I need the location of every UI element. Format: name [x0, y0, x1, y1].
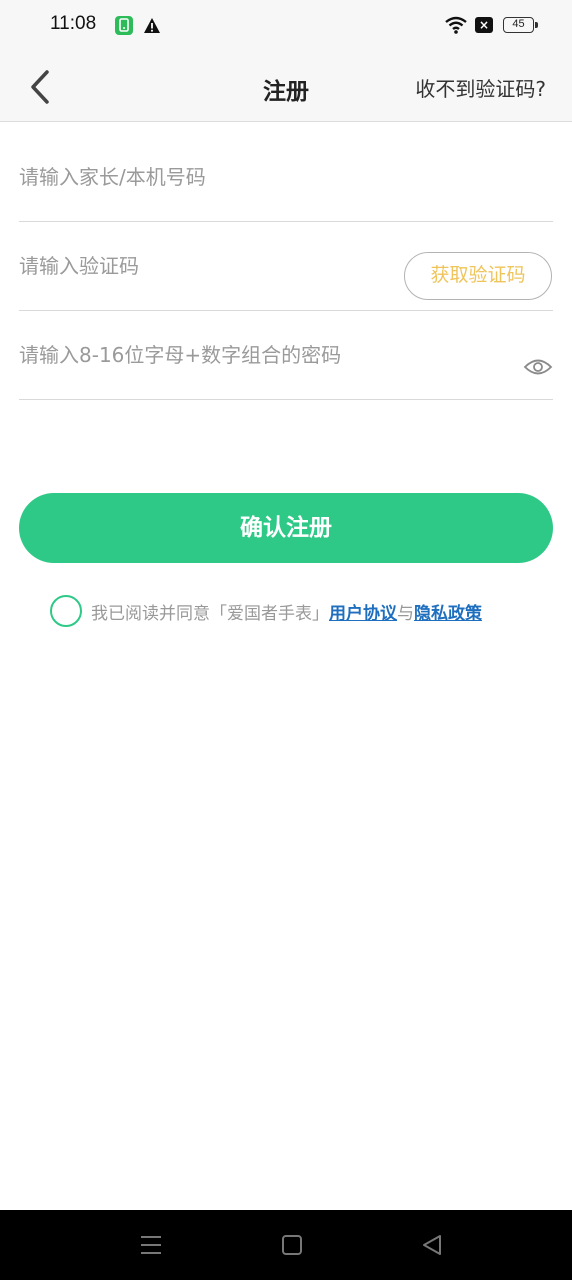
code-field-row: 获取验证码 — [19, 222, 553, 311]
battery-level: 45 — [512, 18, 525, 30]
nav-back-button[interactable] — [419, 1232, 445, 1258]
status-time: 11:08 — [50, 13, 97, 34]
nav-menu-button[interactable] — [138, 1232, 164, 1258]
get-code-button[interactable]: 获取验证码 — [404, 252, 552, 300]
agreement-row: 我已阅读并同意「爱国者手表」 用户协议 与 隐私政策 — [50, 595, 482, 627]
agreement-and: 与 — [397, 603, 414, 624]
battery-tip — [535, 22, 538, 28]
wifi-icon — [444, 15, 468, 39]
menu-icon — [141, 1236, 161, 1254]
chevron-left-icon — [31, 70, 49, 104]
confirm-register-button[interactable]: 确认注册 — [19, 493, 553, 563]
app-notification-icon — [115, 16, 133, 35]
no-sim-icon: × — [475, 17, 493, 33]
home-icon — [282, 1235, 302, 1255]
agreement-checkbox[interactable] — [50, 595, 82, 627]
phone-field-row — [19, 133, 553, 222]
back-button[interactable] — [20, 66, 60, 108]
header: 注册 收不到验证码? — [0, 52, 572, 122]
user-agreement-link[interactable]: 用户协议 — [329, 599, 397, 624]
password-field-row — [19, 311, 553, 400]
status-bar: 11:08 × 45 — [0, 0, 572, 52]
warning-icon — [143, 17, 161, 38]
nav-home-button[interactable] — [279, 1232, 305, 1258]
password-input[interactable] — [19, 311, 479, 399]
no-code-link[interactable]: 收不到验证码? — [415, 73, 546, 102]
verification-code-input[interactable] — [19, 222, 399, 310]
back-triangle-icon — [423, 1235, 441, 1255]
phone-input[interactable] — [19, 133, 399, 221]
privacy-policy-link[interactable]: 隐私政策 — [414, 599, 482, 624]
battery-icon: 45 — [503, 17, 534, 33]
password-visibility-toggle[interactable] — [523, 355, 553, 379]
eye-icon — [523, 359, 553, 375]
agreement-text: 我已阅读并同意「爱国者手表」 — [91, 603, 329, 624]
system-nav-bar — [0, 1210, 572, 1280]
